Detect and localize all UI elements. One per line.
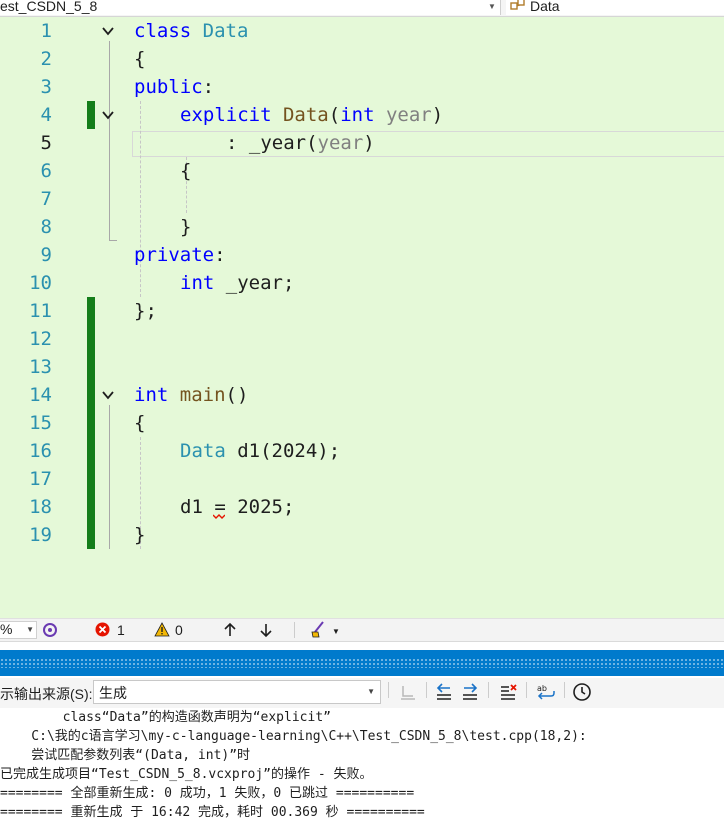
- error-icon[interactable]: [95, 622, 110, 640]
- error-count: 1: [117, 622, 125, 638]
- file-scope-dropdown[interactable]: est_CSDN_5_8 ▼: [0, 0, 501, 15]
- code-line: d1 = 2025;: [180, 496, 295, 518]
- code-editor[interactable]: 1 2 3 4 5 6 7 8 9 10 11 12 13 14 15 16 1…: [0, 17, 724, 618]
- warning-count: 0: [175, 622, 183, 638]
- code-line: {: [134, 412, 146, 434]
- line-number: 16: [29, 440, 52, 462]
- code-line: private:: [134, 244, 226, 266]
- class-icon: [510, 0, 526, 15]
- zoom-dropdown[interactable]: % ▼: [0, 621, 37, 639]
- line-number: 6: [40, 160, 52, 182]
- word-wrap-icon[interactable]: ab: [536, 682, 558, 704]
- code-line: {: [134, 48, 146, 70]
- line-number: 4: [40, 104, 52, 126]
- output-line: 尝试匹配参数列表“(Data, int)”时: [0, 748, 251, 763]
- zoom-value: %: [0, 621, 13, 637]
- separator: [488, 682, 489, 698]
- navigation-bar: est_CSDN_5_8 ▼ Data: [0, 0, 724, 17]
- line-number: 14: [29, 384, 52, 406]
- output-line: 已完成生成项目“Test_CSDN_5_8.vcxproj”的操作 - 失败。: [0, 767, 373, 782]
- titlebar-grip: [0, 658, 724, 668]
- previous-message-icon[interactable]: [434, 682, 456, 704]
- separator: [426, 682, 427, 698]
- line-number: 8: [40, 216, 52, 238]
- chevron-down-icon: ▼: [26, 625, 34, 634]
- clear-all-icon[interactable]: [498, 682, 520, 704]
- code-line: int _year;: [180, 272, 295, 294]
- code-line: explicit Data(int year): [180, 104, 444, 126]
- separator: [294, 622, 295, 638]
- output-source-label: 示输出来源(S):: [0, 686, 93, 702]
- line-number: 10: [29, 272, 52, 294]
- arrow-down-icon[interactable]: [258, 622, 274, 641]
- arrow-up-icon[interactable]: [222, 622, 238, 641]
- separator: [526, 682, 527, 698]
- code-line: {: [180, 160, 192, 182]
- output-line: ======== 重新生成 于 16:42 完成，耗时 00.369 秒 ===…: [0, 805, 425, 820]
- member-scope-dropdown[interactable]: Data: [506, 0, 724, 15]
- clock-icon[interactable]: [572, 682, 594, 704]
- separator: [564, 682, 565, 698]
- line-number: 19: [29, 524, 52, 546]
- line-number: 15: [29, 412, 52, 434]
- next-message-icon[interactable]: [460, 682, 482, 704]
- output-toolbar: 示输出来源(S): 生成 ▼ ab: [0, 678, 724, 708]
- chevron-down-icon: ▼: [367, 687, 375, 696]
- chevron-down-icon[interactable]: ▼: [332, 624, 340, 640]
- output-line: C:\我的c语言学习\my-c-language-learning\C++\Te…: [0, 729, 587, 744]
- line-number-current: 5: [40, 132, 52, 154]
- line-number: 13: [29, 356, 52, 378]
- output-source-value: 生成: [99, 685, 127, 701]
- error-squiggle[interactable]: [213, 514, 225, 519]
- output-source-dropdown[interactable]: 生成 ▼: [93, 680, 381, 704]
- line-number: 11: [29, 300, 52, 322]
- output-text-area[interactable]: class“Data”的构造函数声明为“explicit” C:\我的c语言学习…: [0, 708, 724, 838]
- code-line: public:: [134, 76, 215, 98]
- code-line: int main(): [134, 384, 249, 406]
- copilot-icon[interactable]: [41, 621, 59, 642]
- warning-icon[interactable]: [154, 622, 170, 640]
- code-line: }: [134, 524, 146, 546]
- line-number: 9: [40, 244, 52, 266]
- code-cleanup-icon[interactable]: [310, 620, 330, 641]
- line-number: 12: [29, 328, 52, 350]
- line-number: 1: [40, 20, 52, 42]
- code-line: class Data: [134, 20, 249, 42]
- code-line: }: [180, 216, 192, 238]
- code-line: Data d1(2024);: [180, 440, 341, 462]
- code-line: : _year(year): [226, 132, 375, 154]
- separator: [388, 682, 389, 698]
- file-scope-label: est_CSDN_5_8: [0, 0, 98, 14]
- line-number: 18: [29, 496, 52, 518]
- line-number: 17: [29, 468, 52, 490]
- code-line: };: [134, 300, 157, 322]
- svg-text:ab: ab: [537, 684, 547, 693]
- member-scope-label: Data: [530, 0, 560, 14]
- output-line: ======== 全部重新生成: 0 成功，1 失败，0 已跳过 =======…: [0, 786, 415, 801]
- output-line: class“Data”的构造函数声明为“explicit”: [0, 710, 331, 725]
- line-number: 3: [40, 76, 52, 98]
- output-window-titlebar[interactable]: [0, 650, 724, 676]
- line-number: 7: [40, 188, 52, 210]
- editor-status-strip: % ▼ 1 0 ▼: [0, 618, 724, 642]
- find-message-icon[interactable]: [398, 682, 420, 704]
- chevron-down-icon: ▼: [488, 2, 496, 11]
- line-number: 2: [40, 48, 52, 70]
